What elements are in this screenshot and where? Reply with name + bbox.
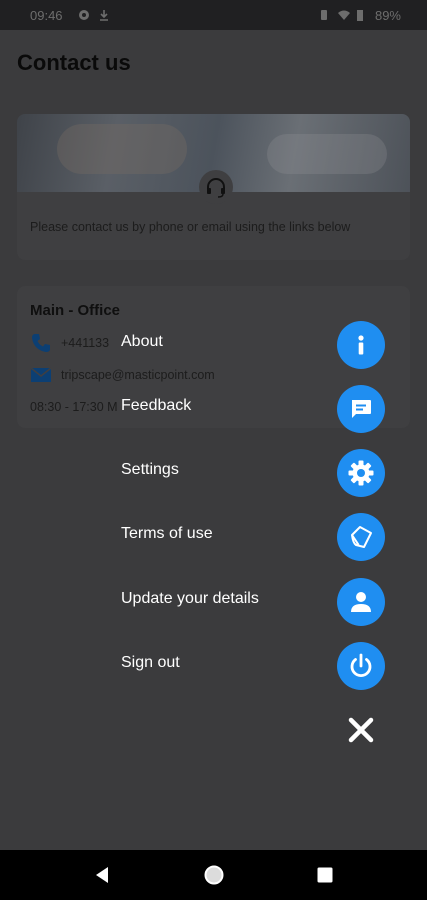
menu-item-label[interactable]: Feedback (121, 397, 191, 415)
menu-item-label[interactable]: Terms of use (121, 525, 213, 543)
info-icon (358, 335, 364, 355)
menu-item-update-details[interactable]: Update your details (0, 576, 427, 628)
feedback-button[interactable] (337, 385, 385, 433)
menu-item-about[interactable]: About (0, 319, 427, 371)
settings-button[interactable] (337, 449, 385, 497)
menu-item-settings[interactable]: Settings (0, 447, 427, 499)
menu-item-label[interactable]: Sign out (121, 654, 180, 672)
gear-icon (348, 460, 374, 486)
sign-out-button[interactable] (337, 642, 385, 690)
navigation-bar (0, 850, 427, 900)
menu-item-label[interactable]: Settings (121, 461, 179, 479)
home-icon[interactable] (202, 863, 226, 887)
chat-icon (352, 400, 371, 418)
close-menu-button[interactable] (337, 706, 385, 754)
person-icon (351, 592, 371, 612)
speed-dial-menu: About Feedback Settings Terms of use Upd… (0, 0, 427, 850)
update-details-button[interactable] (337, 578, 385, 626)
menu-item-terms[interactable]: Terms of use (0, 511, 427, 563)
document-icon (351, 526, 372, 548)
menu-item-sign-out[interactable]: Sign out (0, 640, 427, 692)
menu-item-label[interactable]: About (121, 333, 163, 351)
terms-button[interactable] (337, 513, 385, 561)
menu-item-feedback[interactable]: Feedback (0, 383, 427, 435)
power-icon (350, 653, 372, 678)
recents-icon[interactable] (313, 863, 337, 887)
back-icon[interactable] (90, 863, 114, 887)
about-button[interactable] (337, 321, 385, 369)
menu-item-label[interactable]: Update your details (121, 590, 259, 608)
close-icon (348, 717, 374, 743)
